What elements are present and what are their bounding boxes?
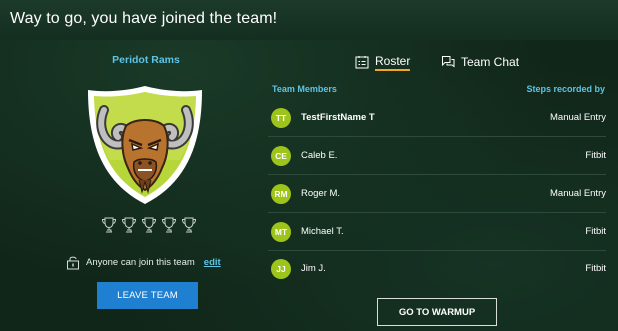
table-row[interactable]: JJ Jim J. Fitbit — [268, 250, 606, 288]
member-name: Roger M. — [301, 188, 341, 199]
steps-source: Fitbit — [585, 263, 606, 274]
member-name: TestFirstName T — [301, 112, 375, 123]
ram-shield-icon — [88, 86, 202, 204]
table-row[interactable]: RM Roger M. Manual Entry — [268, 175, 606, 213]
member-name: Jim J. — [301, 263, 326, 274]
page-background: Way to go, you have joined the team! Per… — [0, 0, 618, 331]
trophy-outline-icon — [101, 217, 117, 233]
go-to-warmup-button[interactable]: GO TO WARMUP — [377, 298, 497, 326]
table-row[interactable]: TT TestFirstName T Manual Entry — [268, 99, 606, 137]
join-setting-text: Anyone can join this team — [86, 256, 195, 268]
tab-roster-label: Roster — [375, 54, 411, 71]
trophy-outline-icon — [121, 217, 137, 233]
avatar: RM — [271, 184, 291, 204]
avatar: TT — [271, 108, 291, 128]
tab-team-chat[interactable]: Team Chat — [441, 53, 519, 71]
trophy-outline-icon — [141, 217, 157, 233]
column-header-steps: Steps recorded by — [526, 84, 605, 94]
page-title: Way to go, you have joined the team! — [10, 10, 278, 27]
table-row[interactable]: CE Caleb E. Fitbit — [268, 137, 606, 175]
chat-icon — [442, 56, 455, 68]
team-name: Peridot Rams — [112, 54, 180, 66]
leave-team-button[interactable]: LEAVE TEAM — [97, 282, 198, 309]
steps-source: Fitbit — [585, 226, 606, 237]
trophy-outline-icon — [161, 217, 177, 233]
avatar: JJ — [271, 259, 291, 279]
member-name: Michael T. — [301, 226, 344, 237]
edit-link[interactable]: edit — [204, 257, 221, 268]
lock-icon — [67, 256, 79, 269]
steps-source: Fitbit — [585, 150, 606, 161]
member-name: Caleb E. — [301, 150, 338, 161]
trophy-row — [99, 216, 199, 236]
trophy-outline-icon — [181, 217, 197, 233]
tab-team-chat-label: Team Chat — [461, 55, 520, 69]
steps-source: Manual Entry — [550, 112, 606, 123]
avatar: MT — [271, 222, 291, 242]
join-setting-row: Anyone can join this team edit — [66, 254, 221, 270]
roster-icon — [355, 56, 369, 69]
header-bar: Way to go, you have joined the team! — [0, 0, 618, 40]
table-row[interactable]: MT Michael T. Fitbit — [268, 213, 606, 251]
tab-roster[interactable]: Roster — [355, 53, 411, 71]
column-header-members: Team Members — [272, 84, 337, 94]
steps-source: Manual Entry — [550, 188, 606, 199]
avatar: CE — [271, 146, 291, 166]
